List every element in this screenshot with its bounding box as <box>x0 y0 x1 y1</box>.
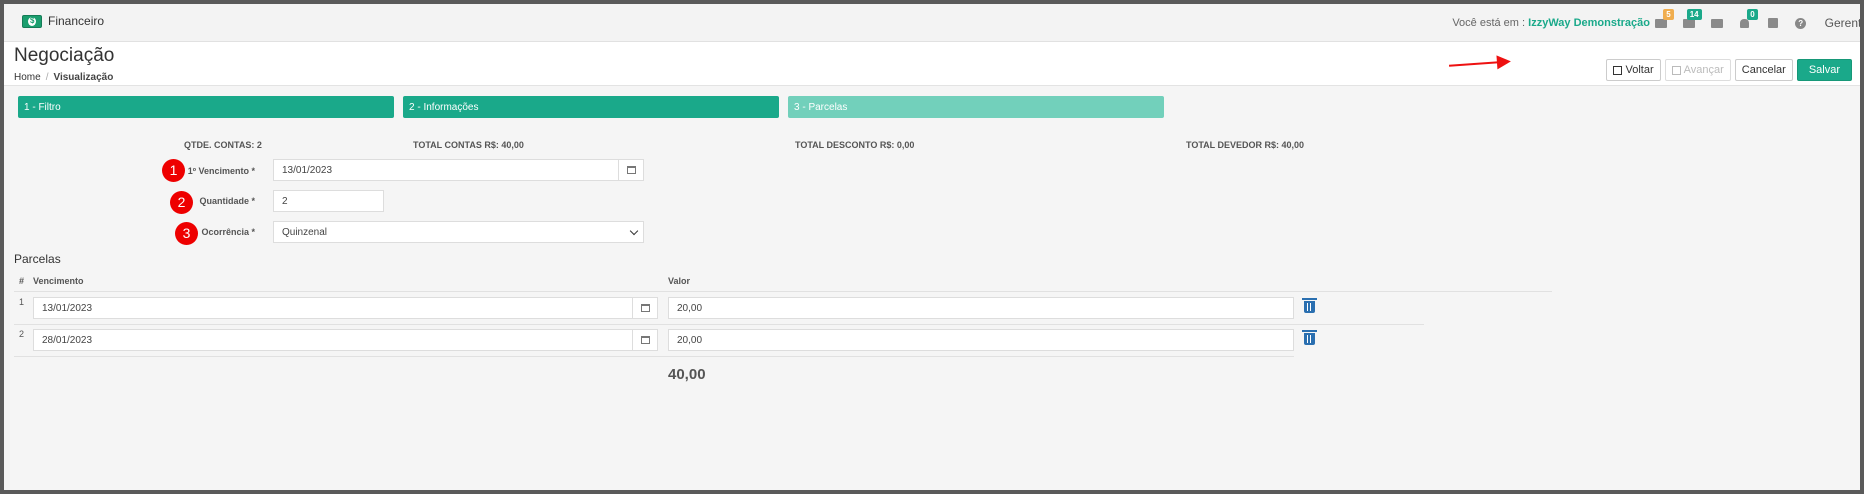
row-vencimento-input[interactable]: 28/01/2023 <box>33 329 633 351</box>
sitemap-badge: 5 <box>1663 9 1674 20</box>
bell-icon[interactable]: 0 <box>1731 9 1759 33</box>
calendar-icon <box>640 304 650 312</box>
row-number: 2 <box>19 329 25 339</box>
company-name[interactable]: IzzyWay Demonstração <box>1528 17 1650 29</box>
step-parcelas[interactable]: 3 - Parcelas <box>788 96 1164 118</box>
next-button[interactable]: Avançar <box>1664 59 1731 81</box>
quantidade-input[interactable]: 2 <box>273 190 384 212</box>
brand[interactable]: Financeiro <box>22 14 104 28</box>
trash-icon[interactable] <box>1302 298 1317 313</box>
calendar-icon[interactable] <box>1759 13 1787 33</box>
parcelas-total: 40,00 <box>668 366 706 383</box>
app-name: Financeiro <box>48 14 105 28</box>
row-number: 1 <box>19 297 25 307</box>
page-header: Negociação Home / Visualização Voltar Avan… <box>4 42 1860 86</box>
current-company: Você está em : IzzyWay Demonstração <box>1452 17 1650 29</box>
quantidade-label: Quantidade * <box>199 196 255 206</box>
row-divider <box>14 324 1424 325</box>
parcelas-title: Parcelas <box>14 252 61 266</box>
arrow-left-icon <box>1613 65 1623 75</box>
vencimento-label: 1º Vencimento * <box>187 166 255 176</box>
table-icon[interactable]: 14 <box>1675 9 1703 33</box>
user-menu[interactable]: Gerente <box>1825 16 1860 30</box>
bell-badge: 0 <box>1747 9 1758 20</box>
money-icon <box>22 14 42 28</box>
row-valor-input[interactable]: 20,00 <box>668 329 1294 351</box>
summary-total-devedor: TOTAL DEVEDOR R$: 40,00 <box>1186 140 1305 150</box>
list-icon[interactable] <box>1703 13 1731 33</box>
column-num: # <box>19 276 25 286</box>
breadcrumb-current: Visualização <box>53 72 114 83</box>
help-icon[interactable]: ? <box>1787 13 1815 33</box>
breadcrumb-home[interactable]: Home <box>14 72 41 83</box>
row-valor-input[interactable]: 20,00 <box>668 297 1294 319</box>
vencimento-calendar-button[interactable] <box>618 159 644 181</box>
row-vencimento-input[interactable]: 13/01/2023 <box>33 297 633 319</box>
trash-icon[interactable] <box>1302 330 1317 345</box>
ocorrencia-select[interactable]: Quinzenal <box>273 221 644 243</box>
table-badge: 14 <box>1686 9 1702 20</box>
ocorrencia-label: Ocorrência * <box>201 227 255 237</box>
header-actions: Voltar Avançar Cancelar Salvar <box>1606 59 1852 81</box>
app-frame: Financeiro Você está em : IzzyWay Demons… <box>4 4 1860 490</box>
calendar-icon <box>640 336 650 344</box>
summary-total-desconto: TOTAL DESCONTO R$: 0,00 <box>795 140 915 150</box>
row-divider <box>14 356 1294 357</box>
sitemap-icon[interactable]: 5 <box>1647 9 1675 33</box>
row-calendar-button[interactable] <box>632 329 658 351</box>
step-filtro[interactable]: 1 - Filtro <box>18 96 394 118</box>
calendar-icon <box>626 166 636 174</box>
vencimento-input[interactable]: 13/01/2023 <box>273 159 619 181</box>
chevron-down-icon <box>629 226 639 236</box>
column-valor: Valor <box>668 276 691 286</box>
back-button[interactable]: Voltar <box>1606 59 1661 81</box>
top-bar: Financeiro Você está em : IzzyWay Demons… <box>4 4 1860 42</box>
arrow-right-icon <box>1671 65 1681 75</box>
save-button[interactable]: Salvar <box>1796 59 1852 81</box>
column-vencimento: Vencimento <box>33 276 84 286</box>
page-title: Negociação <box>14 45 115 66</box>
step-informacoes[interactable]: 2 - Informações <box>403 96 779 118</box>
row-calendar-button[interactable] <box>632 297 658 319</box>
breadcrumb: Home / Visualização <box>14 72 114 83</box>
cancel-button[interactable]: Cancelar <box>1734 59 1793 81</box>
summary-total-contas: TOTAL CONTAS R$: 40,00 <box>413 140 524 150</box>
summary-qtde-contas: QTDE. CONTAS: 2 <box>184 140 262 150</box>
top-icons: 5 14 0 ? Gerente <box>1647 4 1860 42</box>
table-header-divider <box>14 291 1552 292</box>
